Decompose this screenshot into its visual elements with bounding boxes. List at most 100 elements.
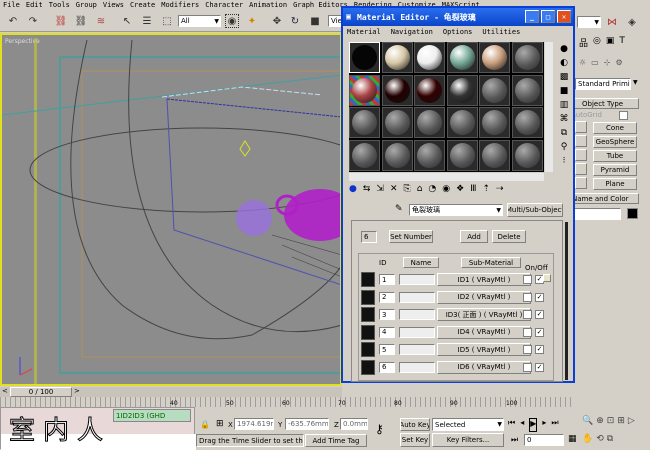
key-mode-toggle-icon[interactable]: ⏭ [511,435,518,445]
unlink-icon[interactable]: ⛓ [74,14,88,28]
absolute-mode-icon[interactable]: ⊞ [216,419,224,429]
sub-material-swatch[interactable] [361,289,375,305]
viewport-perspective[interactable]: Perspective [0,33,342,386]
material-name-field[interactable]: 龟裂玻璃 ▼ [409,204,503,216]
scale-icon[interactable]: ■ [308,14,322,28]
maximize-viewport-icon[interactable]: ⧉ [607,434,613,449]
set-key-button[interactable]: Set Key [400,433,430,447]
link-icon[interactable]: ⛓ [54,14,68,28]
sub-material-color-swatch[interactable] [523,362,532,372]
material-sample-slot[interactable] [381,74,413,106]
video-color-check-icon[interactable]: ▥ [556,98,572,112]
sub-material-button[interactable]: ID1 ( VRayMtl ) [437,273,531,286]
me-menu-utilities[interactable]: Utilities [482,28,520,38]
object-name-field[interactable] [571,208,621,220]
put-to-scene-icon[interactable]: ⇆ [363,184,371,198]
zoom-extents-icon[interactable]: ⊡ [607,416,615,431]
sub-material-name-field[interactable] [399,274,435,285]
reference-coord-dropdown[interactable]: View [328,15,342,27]
background-icon[interactable]: ▩ [556,70,572,84]
material-sample-slot[interactable] [446,74,478,106]
go-forward-sibling-icon[interactable]: ⇡ [482,184,490,198]
x-coordinate-field[interactable]: 1974.619r [234,418,274,430]
material-editor-icon[interactable]: ◈ [625,15,639,29]
menu-edit[interactable]: Edit [26,1,43,9]
window-crossing-icon[interactable]: ◉ [225,14,239,28]
sample-slots-hscroll[interactable] [349,173,544,181]
get-material-icon[interactable]: ● [349,184,357,198]
move-icon[interactable]: ✥ [270,14,284,28]
minimize-button[interactable]: _ [525,10,539,23]
list-scroll-button[interactable] [543,274,551,282]
show-map-icon[interactable]: ◉ [442,184,450,198]
sub-material-name-field[interactable] [399,361,435,373]
display-tab-icon[interactable]: ▣ [606,36,615,52]
menu-graph-editors[interactable]: Graph Editors [293,1,348,9]
time-slider-track[interactable]: < 0 / 100 > [0,387,342,397]
utilities-tab-icon[interactable]: T [619,36,625,52]
sub-material-name-field[interactable] [399,326,435,338]
sub-material-header[interactable]: Sub-Material [461,257,521,268]
autogrid-checkbox[interactable] [619,111,628,120]
pick-material-icon[interactable]: ✎ [395,204,403,214]
primitive-category-dropdown[interactable]: Standard Primitives [575,78,631,90]
sub-material-swatch[interactable] [361,324,375,340]
menu-modifiers[interactable]: Modifiers [161,1,199,9]
sub-material-name-field[interactable] [399,344,435,355]
menu-character[interactable]: Character [205,1,243,9]
sub-material-color-swatch[interactable] [523,310,532,319]
me-menu-options[interactable]: Options [443,28,473,38]
menu-views[interactable]: Views [103,1,124,9]
time-config-icon[interactable]: ▦ [568,434,577,444]
motion-tab-icon[interactable]: ◎ [593,36,601,52]
geosphere-button[interactable]: GeoSphere [593,136,637,148]
material-sample-slot[interactable] [479,107,510,138]
count-field[interactable]: 6 [361,231,377,243]
object-color-swatch[interactable] [627,208,638,219]
material-map-navigator-icon[interactable]: ⁝ [556,154,572,168]
sub-material-id-field[interactable]: 1 [379,274,395,285]
lock-icon[interactable]: 🔒 [200,420,210,429]
rollout-scrollbar[interactable] [565,222,568,380]
menu-file[interactable]: File [3,1,20,9]
material-sample-slot[interactable] [479,74,510,106]
menu-animation[interactable]: Animation [249,1,287,9]
backlight-icon[interactable]: ◐ [556,56,572,70]
sub-material-color-swatch[interactable] [523,327,532,337]
sub-material-on-checkbox[interactable]: ✓ [535,310,544,319]
copy-material-icon[interactable]: ⎘ [404,184,411,198]
sample-type-icon[interactable]: ● [556,42,572,56]
sub-material-on-checkbox[interactable]: ✓ [535,362,544,372]
close-button[interactable]: ✕ [557,10,571,23]
assign-material-icon[interactable]: ⇲ [376,184,384,198]
sub-material-on-checkbox[interactable]: ✓ [535,292,544,302]
time-slider-thumb[interactable]: 0 / 100 [10,387,72,397]
lights-icon[interactable]: ☼ [579,58,586,67]
add-time-tag-button[interactable]: Add Time Tag [305,434,367,447]
auto-key-button[interactable]: Auto Key [400,418,430,431]
time-slider-prev-icon[interactable]: < [2,387,8,395]
pyramid-button[interactable]: Pyramid [593,164,637,176]
select-by-name-icon[interactable]: ☰ [140,14,154,28]
zoom-extents-all-icon[interactable]: ⊞ [617,416,625,431]
sub-material-swatch[interactable] [361,342,375,357]
material-type-button[interactable]: Multi/Sub-Object [507,203,563,217]
next-frame-icon[interactable]: ▸ [542,418,546,432]
primitive-button-hidden[interactable] [575,163,587,175]
z-coordinate-field[interactable]: 0.0mm [340,418,368,430]
rotate-icon[interactable]: ↻ [288,14,302,28]
material-sample-slot[interactable] [511,139,543,171]
menu-create[interactable]: Create [130,1,155,9]
redo-icon[interactable]: ↷ [26,14,40,28]
sub-material-button[interactable]: ID6 ( VRayMtl ) [437,360,531,374]
options-icon[interactable]: ⧉ [556,126,572,140]
sub-material-button[interactable]: ID2 ( VRayMtl ) [437,290,531,304]
key-icon[interactable]: ⚷ [375,422,384,436]
go-to-end-icon[interactable]: ⏭ [551,418,558,432]
sub-material-button[interactable]: ID4 ( VRayMtl ) [437,325,531,339]
uv-tiling-icon[interactable]: ■ [556,84,572,98]
material-sample-slot[interactable] [349,139,380,171]
select-manipulate-icon[interactable]: ✦ [245,14,259,28]
menu-tools[interactable]: Tools [49,1,70,9]
systems-icon[interactable]: ⚙ [615,58,622,67]
